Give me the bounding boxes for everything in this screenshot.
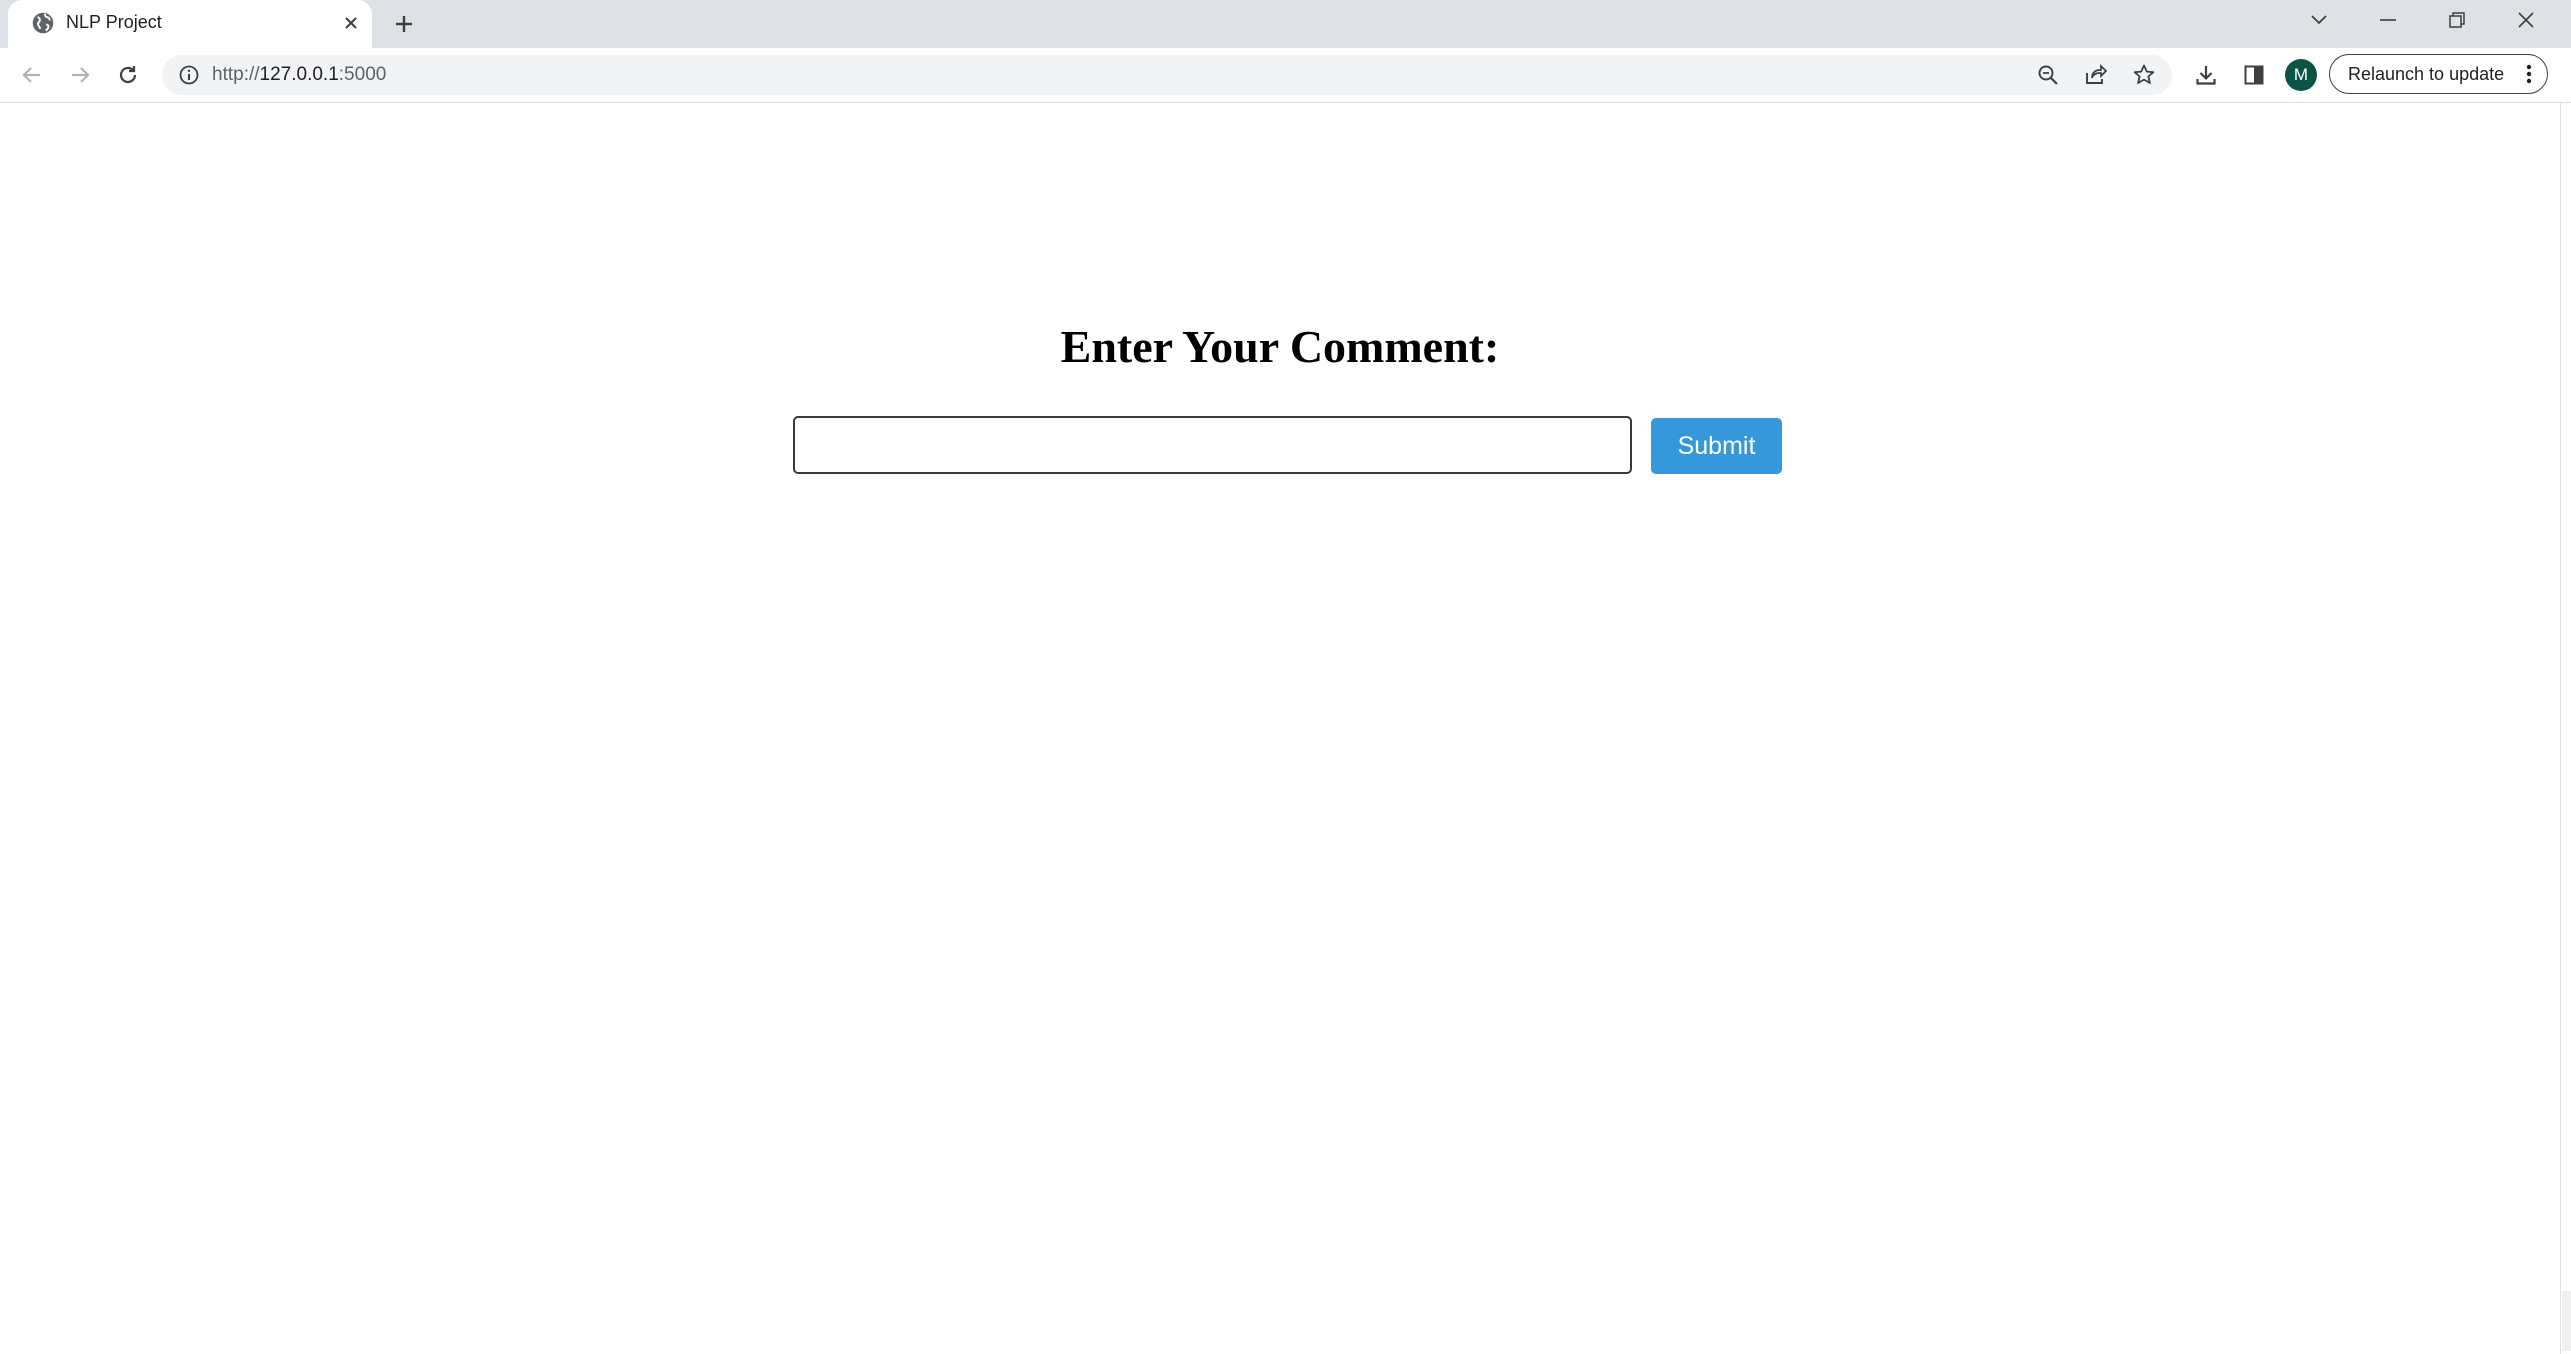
- tab-title: NLP Project: [66, 12, 162, 32]
- relaunch-button[interactable]: Relaunch to update: [2329, 54, 2548, 94]
- restore-icon[interactable]: [2427, 0, 2487, 40]
- minimize-icon[interactable]: [2358, 0, 2418, 40]
- address-bar[interactable]: http://127.0.0.1:5000: [162, 55, 2172, 95]
- browser-window: NLP Project http://127.0.0.1:5000 M Rela…: [0, 0, 2571, 1354]
- tab-search-icon[interactable]: [2289, 0, 2349, 40]
- download-icon[interactable]: [2190, 59, 2222, 91]
- comment-input[interactable]: [793, 416, 1632, 474]
- url-text[interactable]: http://127.0.0.1:5000: [212, 64, 386, 86]
- site-info-icon[interactable]: [178, 64, 200, 86]
- more-vert-icon[interactable]: [2519, 63, 2539, 85]
- zoom-icon[interactable]: [2034, 61, 2062, 89]
- profile-avatar[interactable]: M: [2285, 59, 2317, 91]
- submit-button[interactable]: Submit: [1651, 418, 1782, 474]
- reload-icon[interactable]: [110, 57, 146, 93]
- url-port: :5000: [338, 64, 387, 85]
- page-scrollbar[interactable]: [2560, 103, 2571, 1354]
- share-icon[interactable]: [2082, 61, 2110, 89]
- tab-strip: NLP Project: [0, 0, 2571, 48]
- globe-icon: [30, 10, 56, 36]
- tab-nlp-project[interactable]: NLP Project: [8, 0, 372, 48]
- forward-arrow-icon[interactable]: [62, 57, 98, 93]
- bookmark-star-icon[interactable]: [2130, 61, 2158, 89]
- page-viewport: Enter Your Comment: Submit: [0, 103, 2560, 1354]
- back-arrow-icon[interactable]: [14, 57, 50, 93]
- scrollbar-thumb[interactable]: [2562, 1291, 2571, 1351]
- url-host: 127.0.0.1: [259, 64, 339, 85]
- plus-icon[interactable]: [388, 8, 420, 40]
- close-window-icon[interactable]: [2496, 0, 2556, 40]
- page-heading: Enter Your Comment:: [1060, 321, 1500, 372]
- close-tab-icon[interactable]: [338, 10, 364, 36]
- url-scheme: http://: [212, 64, 260, 85]
- browser-toolbar: http://127.0.0.1:5000 M Relaunch to upda…: [0, 48, 2571, 103]
- relaunch-label: Relaunch to update: [2348, 64, 2505, 84]
- side-panel-icon[interactable]: [2238, 59, 2270, 91]
